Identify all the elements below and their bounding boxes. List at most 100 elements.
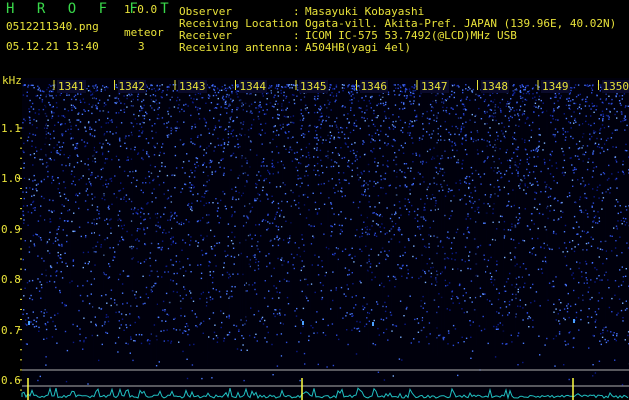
noise-streak [473,88,475,313]
noise-speckle [275,85,278,87]
noise-speckle [235,91,237,93]
noise-speckle [484,222,486,224]
noise-speckle [376,129,379,131]
noise-speckle [614,247,617,249]
noise-speckle [193,98,195,100]
noise-speckle [24,287,26,289]
noise-speckle [104,321,106,323]
noise-speckle [513,110,515,112]
noise-speckle [125,200,127,203]
noise-speckle [456,296,458,298]
noise-speckle [338,91,340,93]
noise-speckle [428,134,431,136]
noise-speckle [43,315,45,317]
noise-speckle [153,324,156,326]
noise-speckle [277,207,280,209]
noise-speckle [528,315,530,318]
noise-speckle [587,123,590,126]
noise-speckle [372,220,374,222]
noise-speckle [508,300,511,303]
noise-speckle [425,219,427,222]
noise-speckle [363,170,365,172]
noise-speckle [118,210,121,212]
noise-speckle [594,215,597,217]
noise-speckle [490,256,492,259]
noise-speckle [232,135,234,138]
noise-speckle [83,317,85,319]
noise-speckle [172,290,175,293]
noise-speckle [218,119,220,122]
noise-speckle [451,149,454,151]
noise-speckle [589,133,591,135]
noise-speckle [471,350,474,352]
noise-speckle [94,129,96,132]
noise-speckle [371,138,373,140]
noise-speckle [38,290,41,292]
noise-speckle [279,185,282,188]
noise-speckle [226,293,228,295]
noise-speckle [599,184,601,186]
noise-speckle [573,289,575,292]
noise-speckle [59,289,61,292]
noise-speckle [399,207,401,209]
noise-speckle [587,216,589,218]
noise-speckle [210,229,212,232]
noise-speckle [74,148,76,150]
noise-speckle [404,121,406,124]
noise-speckle [392,125,395,127]
noise-speckle [566,311,569,313]
noise-speckle [359,321,361,323]
noise-speckle [555,319,557,321]
noise-speckle [88,178,90,180]
y-tick-label: 0.8 [1,273,21,287]
noise-speckle [447,191,450,193]
noise-speckle [279,280,281,282]
noise-speckle [368,320,370,322]
noise-speckle [154,95,157,97]
noise-speckle [292,264,294,266]
noise-speckle [519,266,521,268]
noise-speckle [297,174,299,177]
noise-speckle [408,88,411,90]
noise-speckle [408,211,411,213]
noise-speckle [61,302,63,304]
noise-speckle [234,338,236,340]
noise-speckle [407,272,409,275]
noise-speckle [460,269,462,272]
noise-speckle [41,273,43,275]
noise-speckle [401,91,403,93]
noise-speckle [528,139,530,142]
noise-speckle [133,149,136,151]
noise-speckle [233,256,236,258]
noise-speckle [465,139,467,142]
noise-speckle [495,326,498,328]
noise-speckle [603,150,605,153]
noise-speckle [41,90,44,92]
noise-speckle [255,224,257,226]
noise-speckle [383,379,386,381]
noise-speckle [610,103,612,105]
noise-speckle [428,258,431,260]
noise-speckle [408,239,410,242]
noise-speckle [477,94,479,97]
noise-speckle [51,112,53,114]
noise-speckle [568,192,571,194]
noise-speckle [561,147,563,150]
noise-speckle [454,328,457,330]
noise-streak [244,88,246,339]
noise-speckle [287,116,289,118]
noise-speckle [483,161,485,163]
noise-speckle [207,94,210,96]
noise-speckle [100,90,102,92]
noise-speckle [294,242,296,244]
noise-speckle [489,300,491,302]
noise-speckle [442,246,444,248]
noise-speckle [524,141,526,143]
noise-speckle [532,319,534,321]
noise-streak [239,88,241,323]
noise-speckle [56,342,58,344]
noise-speckle [294,325,297,327]
noise-speckle [584,184,587,186]
noise-speckle [96,87,98,90]
noise-speckle [568,332,570,334]
